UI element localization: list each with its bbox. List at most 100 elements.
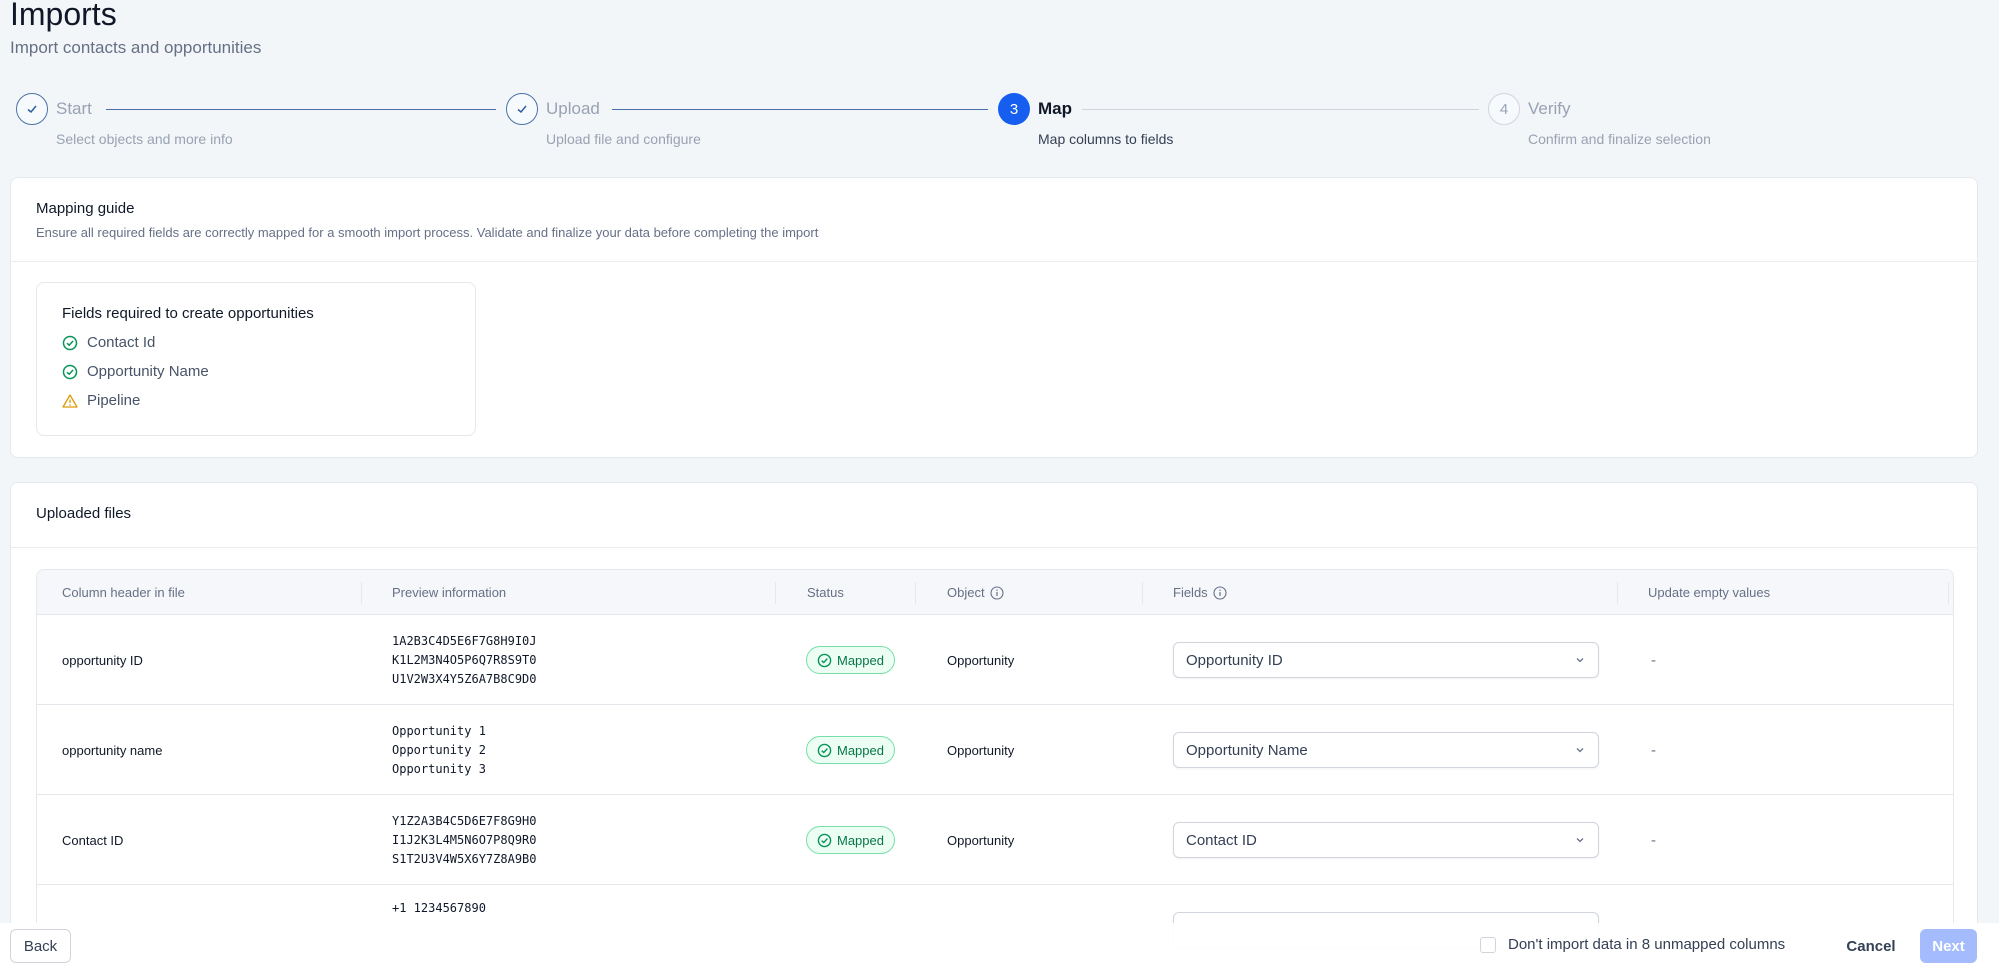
object-column-header: Object — [947, 570, 1004, 615]
page-subtitle: Import contacts and opportunities — [10, 38, 262, 57]
object-value: Opportunity — [947, 832, 1015, 848]
status-cell: Mapped — [806, 705, 895, 795]
step-description: Map columns to fields — [1038, 131, 1174, 147]
status-badge: Mapped — [806, 736, 895, 764]
preview-line: Y1Z2A3B4C5D6E7F8G9H0 — [392, 813, 537, 828]
required-fields-title: Fields required to create opportunities — [62, 305, 314, 322]
update-empty-value: - — [1651, 831, 1656, 849]
page-header: Imports Import contacts and opportunitie… — [10, 0, 261, 58]
mapping-guide-description: Ensure all required fields are correctly… — [36, 225, 819, 240]
preview-info: Y1Z2A3B4C5D6E7F8G9H0 I1J2K3L4M5N6O7P8Q9R… — [392, 795, 537, 885]
check-icon — [506, 93, 538, 125]
chevron-down-icon — [1576, 658, 1584, 663]
step-description: Select objects and more info — [56, 131, 233, 147]
step-connector — [1082, 109, 1479, 110]
next-button[interactable]: Next — [1920, 929, 1977, 963]
preview-info: Opportunity 1 Opportunity 2 Opportunity … — [392, 705, 486, 795]
column-name: opportunity name — [62, 742, 163, 758]
status-label: Mapped — [837, 652, 884, 668]
fields-column-header: Fields — [1173, 570, 1227, 615]
update-empty-value: - — [1651, 651, 1656, 669]
required-field-label: Opportunity Name — [87, 363, 209, 380]
column-divider — [1142, 582, 1143, 604]
field-select-value: Opportunity ID — [1186, 651, 1283, 669]
status-label: Mapped — [837, 832, 884, 848]
preview-line: I1J2K3L4M5N6O7P8Q9R0 — [392, 832, 537, 847]
column-divider — [361, 582, 362, 604]
footer-bar: Back Don't import data in 8 unmapped col… — [0, 923, 1999, 966]
preview-line: S1T2U3V4W5X6Y7Z8A9B0 — [392, 851, 537, 866]
warning-icon — [62, 393, 78, 408]
preview-info: 1A2B3C4D5E6F7G8H9I0J K1L2M3N4O5P6Q7R8S9T… — [392, 615, 537, 705]
column-name: opportunity ID — [62, 652, 143, 668]
preview-line: Opportunity 3 — [392, 761, 486, 776]
preview-line: +1 1234567890 — [392, 901, 486, 915]
mapping-guide-title: Mapping guide — [36, 200, 135, 217]
preview-line: K1L2M3N4O5P6Q7R8S9T0 — [392, 652, 537, 667]
field-cell: Opportunity ID — [1173, 615, 1599, 705]
unmapped-columns-option[interactable]: Don't import data in 8 unmapped columns — [1480, 936, 1785, 953]
step-connector — [612, 109, 988, 110]
column-divider — [1617, 582, 1618, 604]
step-number: 3 — [998, 93, 1030, 125]
step-title: Map — [1038, 99, 1072, 118]
required-field-item: Opportunity Name — [62, 357, 450, 386]
preview-line: Opportunity 1 — [392, 723, 486, 738]
page-title: Imports — [10, 0, 117, 32]
required-field-label: Contact Id — [87, 334, 156, 351]
step-title: Start — [56, 99, 92, 118]
table-row: opportunity ID 1A2B3C4D5E6F7G8H9I0J K1L2… — [37, 615, 1953, 705]
preview-line: Opportunity 2 — [392, 742, 486, 757]
column-divider — [1948, 582, 1949, 604]
status-label: Mapped — [837, 742, 884, 758]
object-value: Opportunity — [947, 742, 1015, 758]
column-header: Column header in file — [62, 585, 185, 600]
info-icon[interactable] — [1213, 585, 1227, 600]
preview-line: U1V2W3X4Y5Z6A7B8C9D0 — [392, 671, 537, 686]
column-header: Object — [947, 585, 985, 600]
uploaded-files-title: Uploaded files — [36, 505, 132, 522]
chevron-down-icon — [1576, 838, 1584, 843]
info-icon[interactable] — [990, 585, 1004, 600]
update-empty-value: - — [1651, 741, 1656, 759]
required-field-label: Pipeline — [87, 392, 141, 409]
field-select[interactable]: Contact ID — [1173, 822, 1599, 858]
step-description: Upload file and configure — [546, 131, 701, 147]
table-header: Column header in file Preview informatio… — [37, 570, 1953, 615]
preview-line: 1A2B3C4D5E6F7G8H9I0J — [392, 633, 537, 648]
field-select-value: Contact ID — [1186, 831, 1257, 849]
step-description: Confirm and finalize selection — [1528, 131, 1711, 147]
check-circle-icon — [817, 833, 832, 847]
status-badge: Mapped — [806, 646, 895, 674]
required-field-item: Contact Id — [62, 328, 450, 357]
status-badge: Mapped — [806, 826, 895, 854]
back-button[interactable]: Back — [10, 929, 71, 963]
object-value: Opportunity — [947, 652, 1015, 668]
uploaded-files-card: Uploaded files Column header in file Pre… — [10, 482, 1978, 966]
cancel-button[interactable]: Cancel — [1836, 929, 1906, 963]
step-title: Upload — [546, 99, 600, 118]
unmapped-columns-label: Don't import data in 8 unmapped columns — [1508, 936, 1786, 953]
check-circle-icon — [62, 335, 78, 350]
step-number: 4 — [1488, 93, 1520, 125]
uploaded-files-header: Uploaded files — [11, 483, 1977, 548]
field-select[interactable]: Opportunity ID — [1173, 642, 1599, 678]
status-cell: Mapped — [806, 795, 895, 885]
field-cell: Opportunity Name — [1173, 705, 1599, 795]
check-icon — [16, 93, 48, 125]
field-select-value: Opportunity Name — [1186, 741, 1308, 759]
step-title: Verify — [1528, 99, 1571, 118]
import-stepper: Start Select objects and more info Uploa… — [16, 93, 1986, 153]
column-name: Contact ID — [62, 832, 124, 848]
column-header: Status — [807, 585, 844, 600]
field-select[interactable]: Opportunity Name — [1173, 732, 1599, 768]
preview-info: +1 1234567890 — [392, 899, 486, 918]
check-circle-icon — [817, 743, 832, 757]
column-header: Fields — [1173, 585, 1208, 600]
mapping-guide-card: Mapping guide Ensure all required fields… — [10, 177, 1978, 458]
mapping-guide-header: Mapping guide Ensure all required fields… — [11, 178, 1977, 262]
unmapped-columns-checkbox[interactable] — [1480, 936, 1496, 953]
required-fields-box: Fields required to create opportunities … — [36, 282, 476, 436]
chevron-down-icon — [1576, 748, 1584, 753]
step-connector — [106, 109, 496, 110]
